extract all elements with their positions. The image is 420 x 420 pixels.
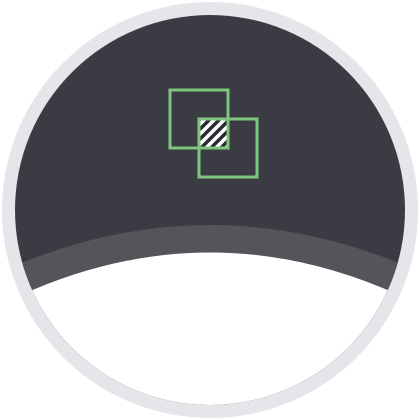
intersection-badge-graphic (2, 2, 418, 418)
overlap-region (199, 119, 228, 148)
icon-badge (0, 0, 420, 420)
